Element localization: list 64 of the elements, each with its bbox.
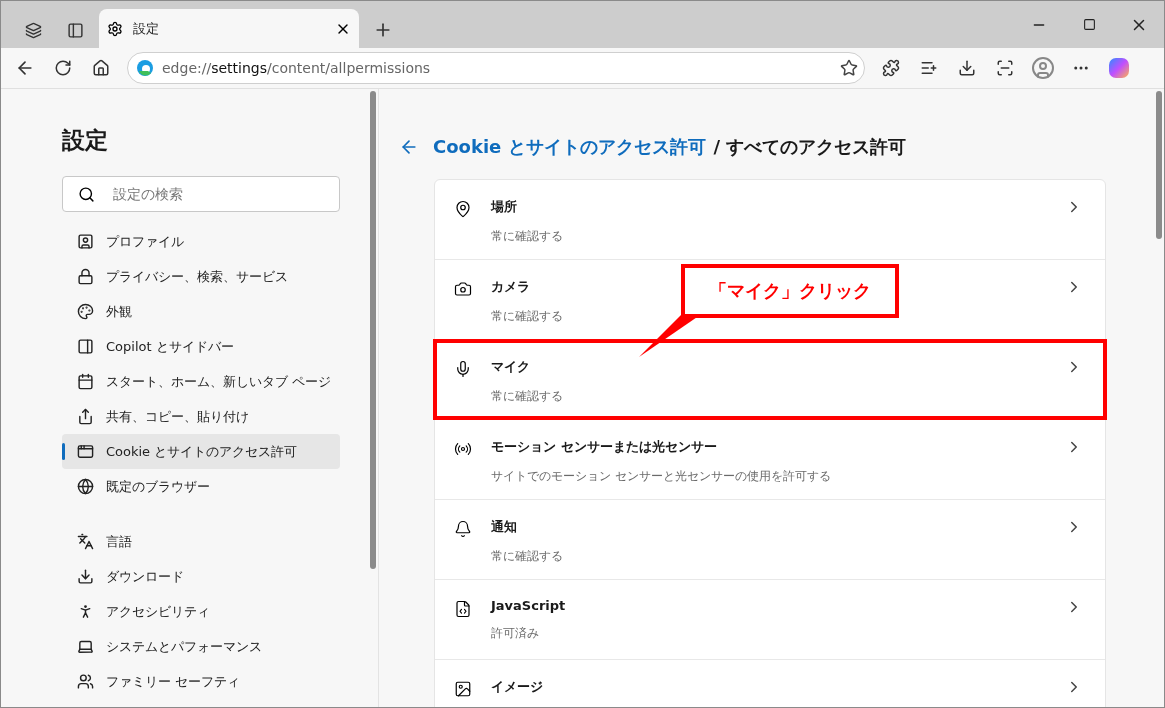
sidebar-item[interactable]: スタート、ホーム、新しいタブ ページ: [62, 364, 340, 399]
breadcrumb-link[interactable]: Cookie とサイトのアクセス許可: [433, 135, 706, 159]
permission-title: マイク: [491, 358, 530, 376]
permission-row[interactable]: イメージ: [435, 660, 1105, 707]
browser-tab[interactable]: 設定: [99, 9, 359, 48]
permission-status: 常に確認する: [491, 228, 563, 245]
code-file-icon: [454, 600, 472, 618]
palette-icon: [77, 303, 94, 320]
microphone-icon: [454, 360, 472, 378]
profile-icon: [77, 233, 94, 250]
permission-row[interactable]: モーション センサーまたは光センサー サイトでのモーション センサーと光センサーの使用を許可する: [435, 420, 1105, 500]
permission-status: サイトでのモーション センサーと光センサーの使用を許可する: [491, 468, 831, 485]
sidebar-item[interactable]: Cookie とサイトのアクセス許可: [62, 434, 340, 469]
location-pin-icon: [454, 200, 472, 218]
permission-row[interactable]: 通知 常に確認する: [435, 500, 1105, 580]
people-icon: [77, 673, 94, 690]
sidebar-item[interactable]: 言語: [62, 524, 340, 559]
permission-title: 通知: [491, 518, 517, 536]
signal-icon: [454, 440, 472, 458]
sidebar-item[interactable]: 共有、コピー、貼り付け: [62, 399, 340, 434]
share-icon: [77, 408, 94, 425]
sidebar-item[interactable]: Copilot とサイドバー: [62, 329, 340, 364]
address-bar[interactable]: edge://settings/content/allpermissions: [127, 52, 865, 84]
globe-icon: [77, 478, 94, 495]
download-icon: [77, 568, 94, 585]
permission-status: 常に確認する: [491, 548, 563, 565]
scrollbar-thumb[interactable]: [1156, 91, 1162, 239]
favorite-star-icon[interactable]: [840, 59, 858, 77]
sidebar-item[interactable]: アクセシビリティ: [62, 594, 340, 629]
search-field[interactable]: 設定の検索: [62, 176, 340, 212]
permission-title: 場所: [491, 198, 517, 216]
permission-title: イメージ: [491, 678, 543, 696]
image-icon: [454, 680, 472, 698]
sidebar-item[interactable]: 既定のブラウザー: [62, 469, 340, 504]
permission-title: JavaScript: [491, 598, 566, 613]
language-icon: [77, 533, 94, 550]
sidebar-item[interactable]: プライバシー、検索、サービス: [62, 259, 340, 294]
permission-title: カメラ: [491, 278, 530, 296]
calendar-icon: [77, 373, 94, 390]
settings-icon: [107, 20, 123, 37]
url-text: edge://settings/content/allpermissions: [162, 60, 432, 76]
lock-icon: [77, 268, 94, 285]
sidebar-item[interactable]: 外観: [62, 294, 340, 329]
settings-title: 設定: [62, 126, 109, 155]
sidebar-icon: [77, 338, 94, 355]
permission-row[interactable]: マイク 常に確認する: [435, 340, 1105, 420]
sidebar-item[interactable]: ファミリー セーフティ: [62, 664, 340, 699]
sidebar-item[interactable]: プロファイル: [62, 224, 340, 259]
camera-icon: [454, 280, 472, 298]
browser-logo-icon: [136, 59, 154, 77]
permission-row[interactable]: JavaScript 許可済み: [435, 580, 1105, 660]
window-icon: [77, 443, 94, 460]
permission-status: 常に確認する: [491, 388, 563, 405]
bell-icon: [454, 520, 472, 538]
permission-status: 常に確認する: [491, 308, 563, 325]
page-title: / すべてのアクセス許可: [713, 135, 907, 159]
sidebar-item[interactable]: システムとパフォーマンス: [62, 629, 340, 664]
laptop-icon: [77, 638, 94, 655]
permission-title: モーション センサーまたは光センサー: [491, 438, 717, 456]
callout-label: 「マイク」クリック: [681, 264, 899, 318]
permission-row[interactable]: 場所 常に確認する: [435, 180, 1105, 260]
sidebar-item[interactable]: ダウンロード: [62, 559, 340, 594]
scrollbar-thumb[interactable]: [370, 91, 376, 569]
permission-status: 許可済み: [491, 625, 539, 642]
